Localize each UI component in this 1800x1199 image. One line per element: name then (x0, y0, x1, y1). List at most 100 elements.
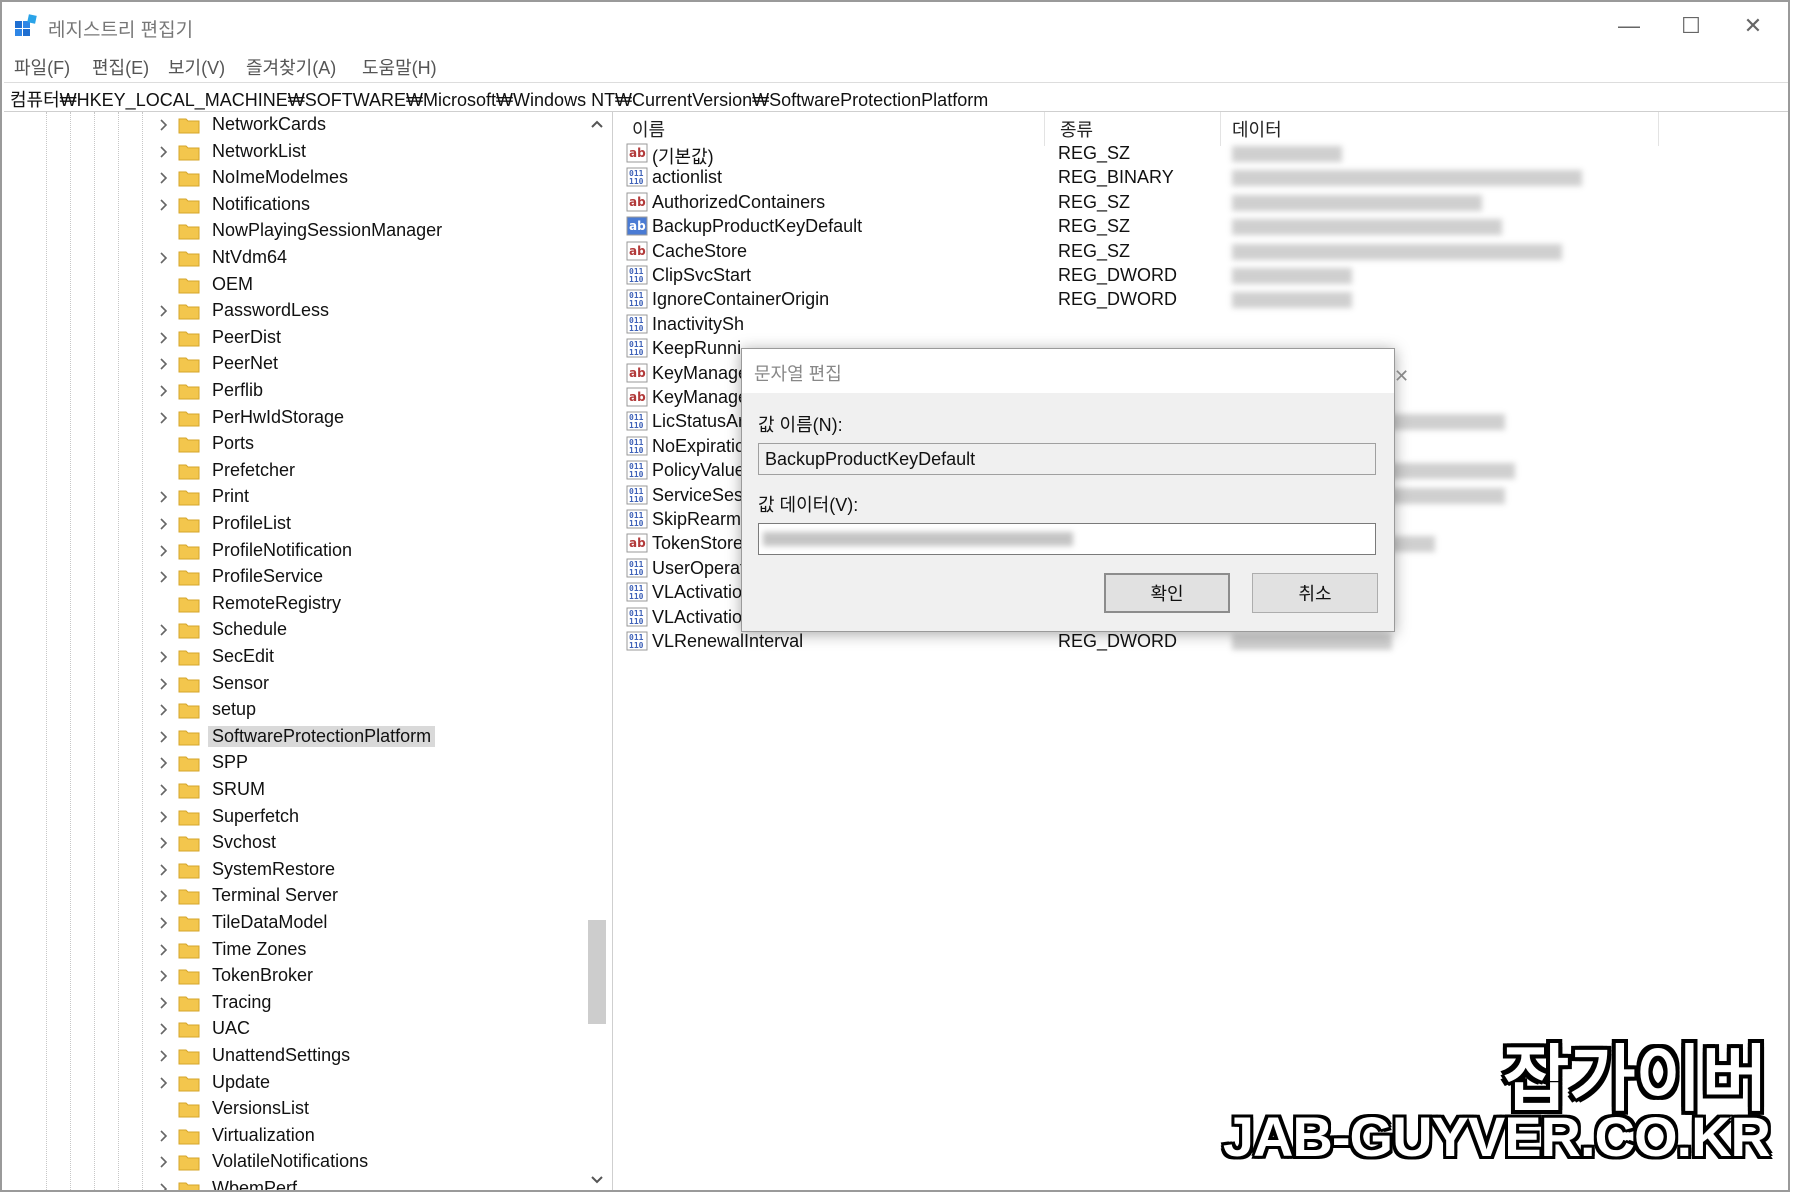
chevron-right-icon[interactable] (156, 782, 172, 798)
chevron-right-icon[interactable] (156, 569, 172, 585)
cancel-button[interactable]: 취소 (1252, 573, 1378, 613)
tree-item[interactable]: Tracing (152, 990, 592, 1016)
close-button[interactable]: ✕ (1722, 8, 1784, 44)
menu-edit[interactable]: 편집(E) (92, 54, 149, 80)
value-name-field[interactable]: BackupProductKeyDefault (758, 443, 1376, 475)
scrollbar-thumb[interactable] (588, 920, 606, 1024)
tree-item[interactable]: Update (152, 1070, 592, 1096)
tree-item[interactable]: Superfetch (152, 804, 592, 830)
chevron-right-icon[interactable] (156, 968, 172, 984)
chevron-right-icon[interactable] (156, 1048, 172, 1064)
scroll-up-arrow-icon[interactable] (590, 118, 604, 132)
tree-item[interactable]: Ports (152, 431, 592, 457)
tree-item[interactable]: SecEdit (152, 644, 592, 670)
tree-item[interactable]: ProfileNotification (152, 538, 592, 564)
menu-help[interactable]: 도움말(H) (362, 54, 437, 80)
chevron-right-icon[interactable] (156, 250, 172, 266)
column-header-name[interactable]: 이름 (632, 116, 665, 142)
tree-item[interactable]: SystemRestore (152, 857, 592, 883)
chevron-right-icon[interactable] (156, 995, 172, 1011)
minimize-button[interactable]: — (1598, 8, 1660, 44)
chevron-right-icon[interactable] (156, 356, 172, 372)
tree-item[interactable]: NowPlayingSessionManager (152, 218, 592, 244)
tree-item[interactable]: PeerNet (152, 351, 592, 377)
chevron-right-icon[interactable] (156, 649, 172, 665)
table-row[interactable]: 011 110 VLRenewalInterval REG_DWORD (620, 628, 1780, 656)
tree-item[interactable]: WbemPerf (152, 1176, 592, 1192)
tree-item[interactable]: SRUM (152, 777, 592, 803)
tree-item[interactable]: Notifications (152, 192, 592, 218)
chevron-right-icon[interactable] (156, 303, 172, 319)
chevron-right-icon[interactable] (156, 543, 172, 559)
chevron-right-icon[interactable] (156, 383, 172, 399)
scroll-down-arrow-icon[interactable] (590, 1172, 604, 1186)
chevron-right-icon[interactable] (156, 622, 172, 638)
chevron-right-icon[interactable] (156, 117, 172, 133)
chevron-right-icon[interactable] (156, 729, 172, 745)
tree-item[interactable]: Time Zones (152, 937, 592, 963)
maximize-button[interactable]: ☐ (1660, 8, 1722, 44)
chevron-right-icon[interactable] (156, 170, 172, 186)
chevron-right-icon[interactable] (156, 809, 172, 825)
ok-button[interactable]: 확인 (1104, 573, 1230, 613)
menu-file[interactable]: 파일(F) (14, 54, 70, 80)
tree-item[interactable]: ProfileService (152, 564, 592, 590)
chevron-right-icon[interactable] (156, 1075, 172, 1091)
tree-item[interactable]: Virtualization (152, 1123, 592, 1149)
tree-item[interactable]: Terminal Server (152, 883, 592, 909)
chevron-right-icon[interactable] (156, 1021, 172, 1037)
chevron-right-icon[interactable] (156, 862, 172, 878)
tree-scrollbar[interactable] (586, 112, 608, 1190)
address-bar[interactable]: 컴퓨터₩HKEY_LOCAL_MACHINE₩SOFTWARE₩Microsof… (4, 82, 1788, 112)
chevron-right-icon[interactable] (156, 676, 172, 692)
tree-item[interactable]: Perflib (152, 378, 592, 404)
tree-item[interactable]: Prefetcher (152, 458, 592, 484)
tree-item[interactable]: UAC (152, 1016, 592, 1042)
close-icon: ✕ (1394, 366, 1410, 386)
tree-item[interactable]: PeerDist (152, 325, 592, 351)
chevron-right-icon[interactable] (156, 702, 172, 718)
chevron-right-icon[interactable] (156, 835, 172, 851)
tree-item[interactable]: Schedule (152, 617, 592, 643)
chevron-right-icon[interactable] (156, 755, 172, 771)
tree-item[interactable]: SPP (152, 750, 592, 776)
column-header-data[interactable]: 데이터 (1232, 116, 1282, 142)
chevron-right-icon[interactable] (156, 489, 172, 505)
menu-view[interactable]: 보기(V) (168, 54, 225, 80)
menu-favorites[interactable]: 즐겨찾기(A) (246, 54, 336, 80)
tree-item[interactable]: NetworkCards (152, 112, 592, 138)
edit-string-dialog: 문자열 편집 ✕ 값 이름(N): BackupProductKeyDefaul… (741, 348, 1409, 632)
chevron-right-icon[interactable] (156, 915, 172, 931)
chevron-right-icon[interactable] (156, 410, 172, 426)
tree-item[interactable]: VersionsList (152, 1096, 592, 1122)
tree-item[interactable]: TileDataModel (152, 910, 592, 936)
chevron-right-icon[interactable] (156, 1128, 172, 1144)
chevron-right-icon[interactable] (156, 516, 172, 532)
chevron-right-icon[interactable] (156, 330, 172, 346)
chevron-right-icon[interactable] (156, 1154, 172, 1170)
tree-item[interactable]: VolatileNotifications (152, 1149, 592, 1175)
tree-item[interactable]: RemoteRegistry (152, 591, 592, 617)
chevron-right-icon[interactable] (156, 942, 172, 958)
tree-item[interactable]: setup (152, 697, 592, 723)
chevron-right-icon[interactable] (156, 888, 172, 904)
tree-item[interactable]: SoftwareProtectionPlatform (152, 724, 592, 750)
chevron-right-icon[interactable] (156, 1181, 172, 1192)
tree-item[interactable]: UnattendSettings (152, 1043, 592, 1069)
tree-item[interactable]: ProfileList (152, 511, 592, 537)
tree-item[interactable]: TokenBroker (152, 963, 592, 989)
chevron-right-icon[interactable] (156, 144, 172, 160)
tree-item[interactable]: PasswordLess (152, 298, 592, 324)
column-header-type[interactable]: 종류 (1060, 116, 1093, 142)
tree-item[interactable]: NetworkList (152, 139, 592, 165)
tree-item[interactable]: Print (152, 484, 592, 510)
tree-item[interactable]: NoImeModelmes (152, 165, 592, 191)
tree-item[interactable]: PerHwIdStorage (152, 405, 592, 431)
tree-item[interactable]: NtVdm64 (152, 245, 592, 271)
folder-icon (178, 171, 200, 187)
tree-item[interactable]: OEM (152, 272, 592, 298)
tree-item[interactable]: Sensor (152, 671, 592, 697)
value-data-input[interactable] (758, 523, 1376, 555)
tree-item[interactable]: Svchost (152, 830, 592, 856)
chevron-right-icon[interactable] (156, 197, 172, 213)
